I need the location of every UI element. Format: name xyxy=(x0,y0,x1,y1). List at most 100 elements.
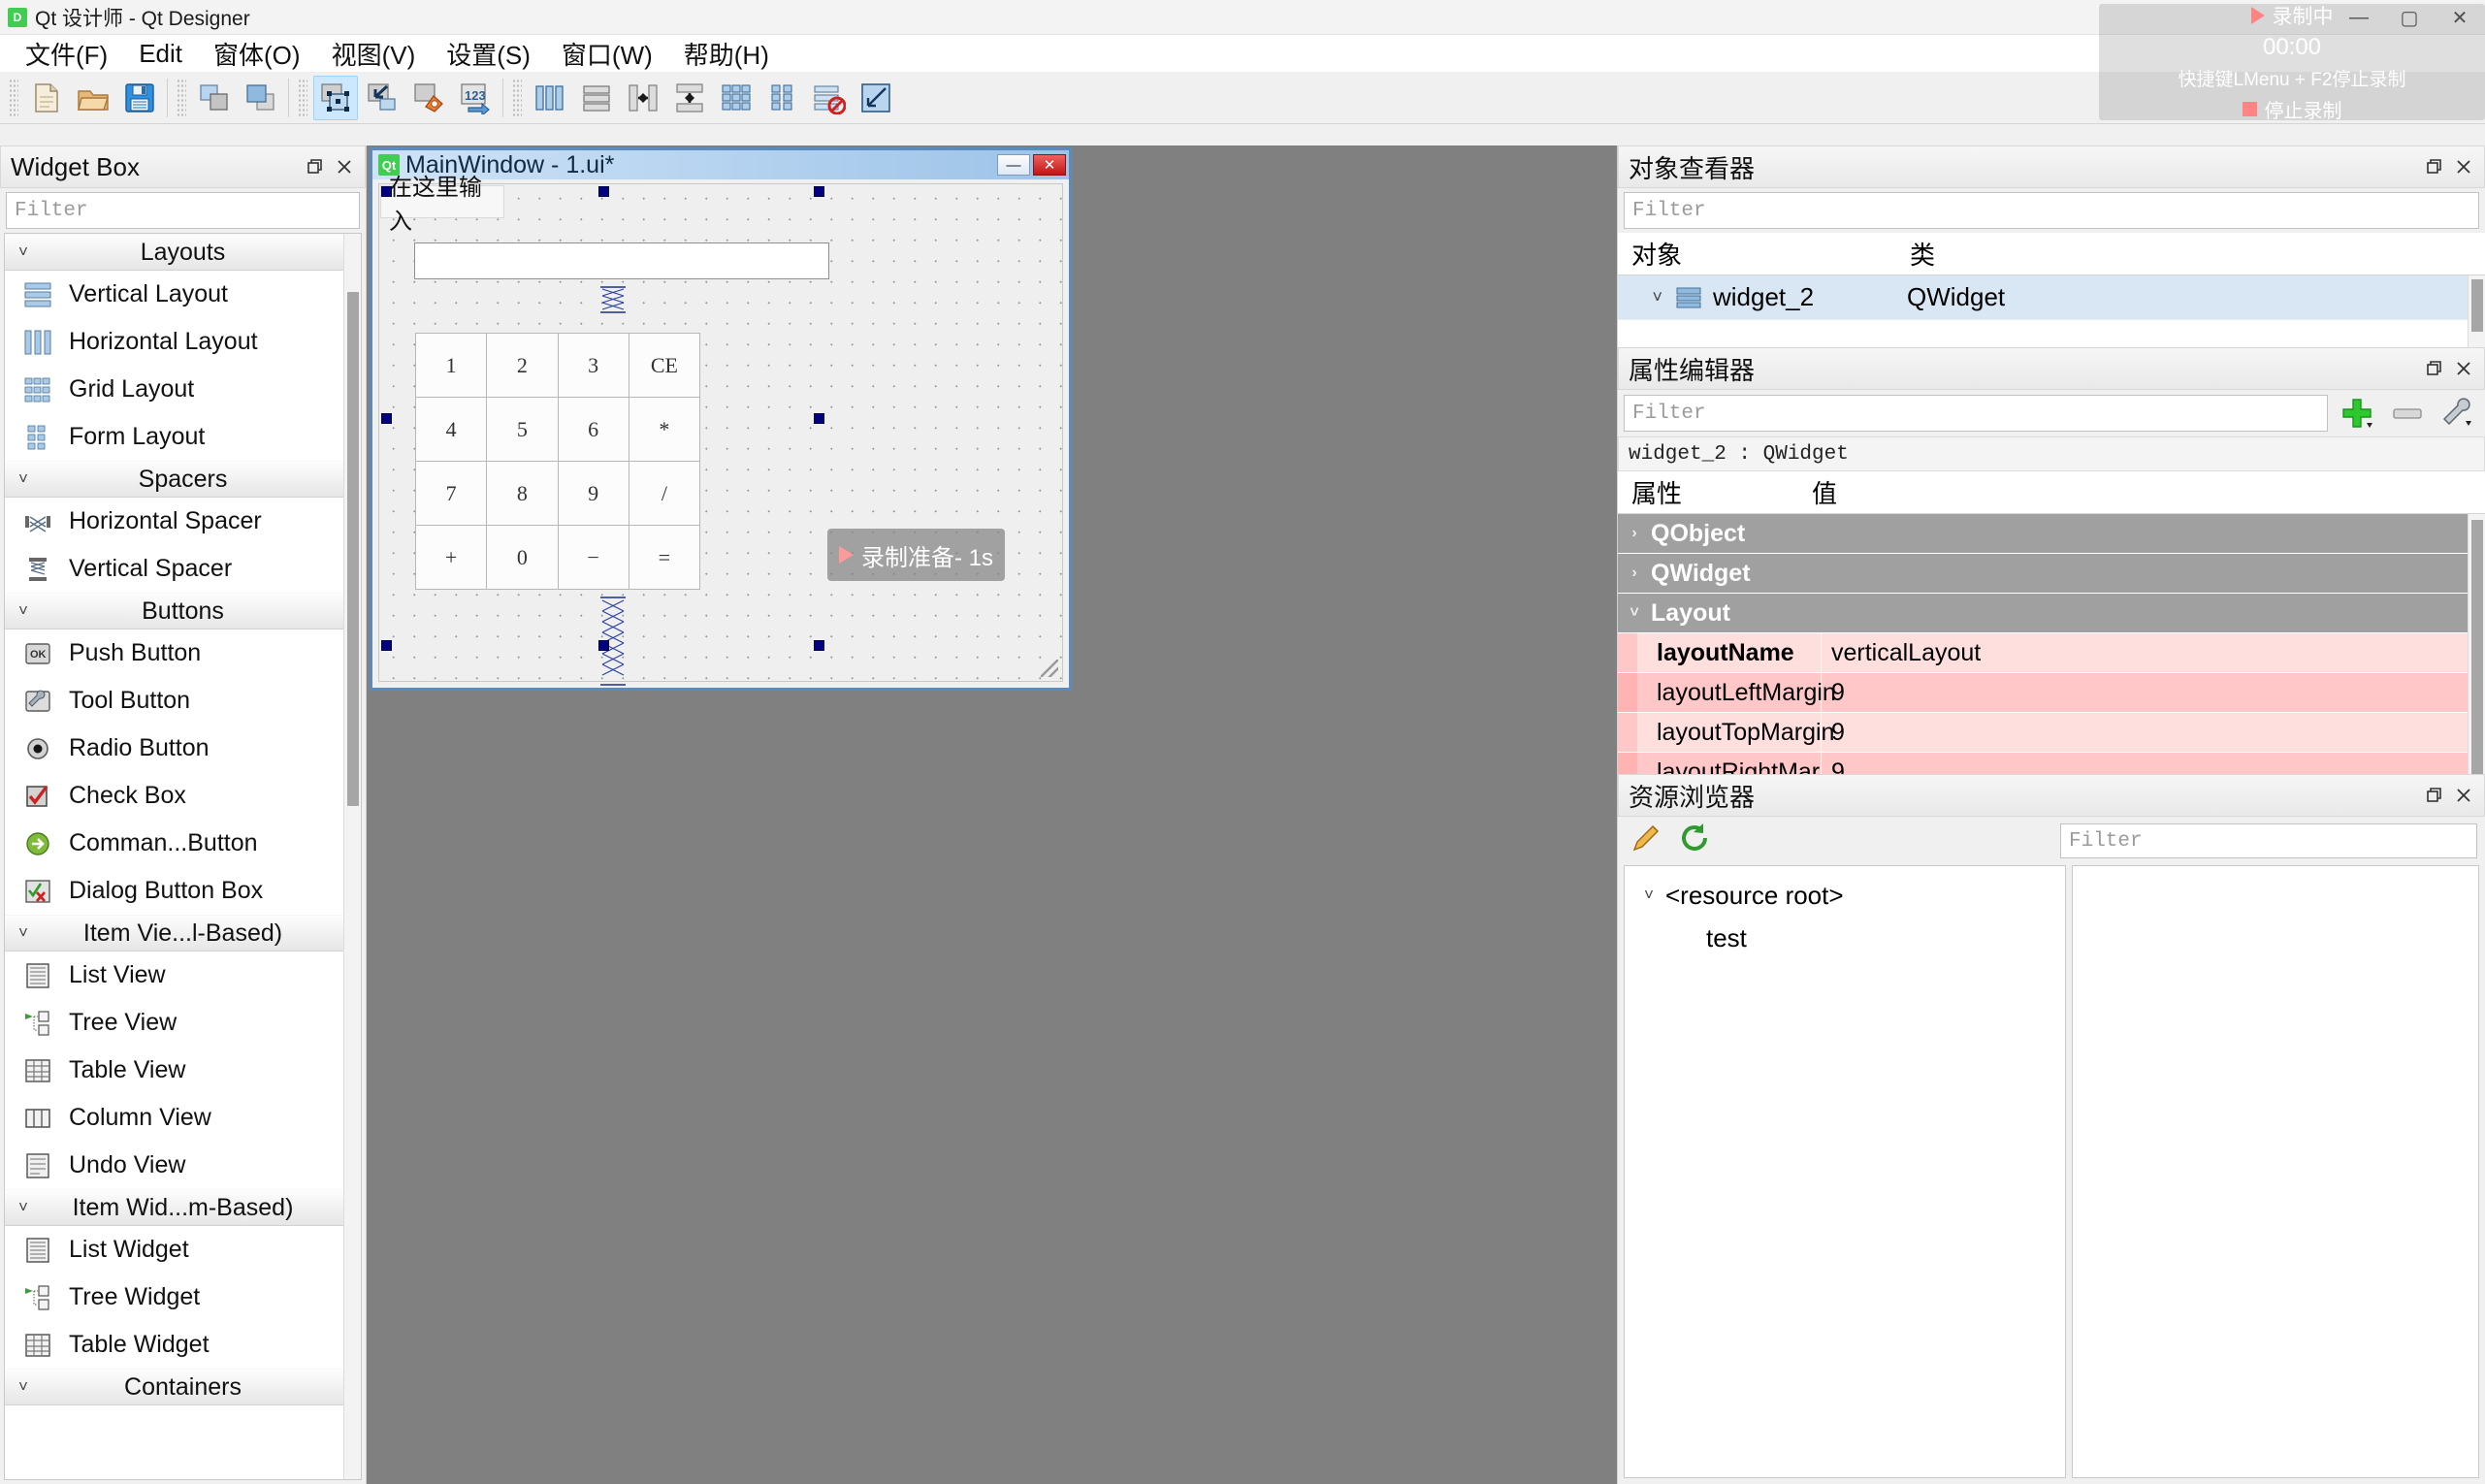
widget-item-table-view[interactable]: Table View xyxy=(5,1047,361,1094)
wrench-icon[interactable] xyxy=(2437,394,2479,433)
widget-box-filter[interactable]: Filter xyxy=(6,192,360,229)
resource-child-node[interactable]: test xyxy=(1625,917,2065,959)
calc-button-6[interactable]: 6 xyxy=(557,397,629,462)
calc-button-9[interactable]: 9 xyxy=(557,461,629,526)
open-form-button[interactable] xyxy=(71,76,115,120)
recorder-stop-button[interactable]: 停止录制 xyxy=(2242,95,2342,123)
form-menubar-placeholder[interactable]: 在这里输入 xyxy=(380,175,504,235)
property-editor-tree[interactable]: › QObject › QWidget ˅ Layout layoutName xyxy=(1618,514,2485,774)
calc-button-4[interactable]: 4 xyxy=(415,397,488,462)
selection-handle-middle-right[interactable] xyxy=(814,413,824,424)
form-vertical-spacer-top[interactable] xyxy=(597,285,629,314)
widget-item-list-view[interactable]: List View xyxy=(5,952,361,999)
calc-button-0[interactable]: 0 xyxy=(486,525,559,590)
widget-box-scroll-thumb[interactable] xyxy=(347,292,359,806)
menu-settings[interactable]: 设置(S) xyxy=(431,32,546,76)
calc-button-7[interactable]: 7 xyxy=(415,461,488,526)
restore-icon[interactable] xyxy=(2420,152,2449,181)
toolbar-grip-2[interactable] xyxy=(177,78,186,117)
widget-item-radio-button[interactable]: Radio Button xyxy=(5,725,361,772)
property-value[interactable]: verticalLayout xyxy=(1822,633,2485,672)
menu-form[interactable]: 窗体(O) xyxy=(198,32,316,76)
resource-root-node[interactable]: ˅ <resource root> xyxy=(1625,874,2065,917)
add-plus-icon[interactable] xyxy=(2336,394,2378,433)
toolbar-grip-3[interactable] xyxy=(298,78,307,117)
calc-button-minus[interactable]: − xyxy=(557,525,629,590)
selection-handle-top-left[interactable] xyxy=(381,186,392,197)
close-icon[interactable] xyxy=(2449,354,2478,383)
widget-box-list[interactable]: ˅ Layouts Vertical Layout Horizontal Lay… xyxy=(4,233,362,1480)
break-layout-button[interactable] xyxy=(807,76,852,120)
new-form-button[interactable] xyxy=(24,76,69,120)
form-resize-grip[interactable] xyxy=(1041,660,1058,677)
calc-button-8[interactable]: 8 xyxy=(486,461,559,526)
menu-window[interactable]: 窗口(W) xyxy=(546,32,668,76)
calc-button-equals[interactable]: = xyxy=(628,525,700,590)
layout-splitter-horizontal-button[interactable] xyxy=(621,76,665,120)
widget-category-item-views[interactable]: ˅ Item Vie...l-Based) xyxy=(5,915,361,952)
widget-category-layouts[interactable]: ˅ Layouts xyxy=(5,234,361,271)
edit-tab-order-button[interactable]: 123 xyxy=(453,76,498,120)
chevron-down-icon[interactable]: ˅ xyxy=(1618,287,1676,307)
selection-handle-top-right[interactable] xyxy=(814,186,824,197)
widget-item-horizontal-layout[interactable]: Horizontal Layout xyxy=(5,318,361,366)
object-inspector-scrollbar[interactable] xyxy=(2468,275,2485,347)
chevron-down-icon[interactable]: ˅ xyxy=(1632,886,1665,905)
copy-button[interactable] xyxy=(239,76,283,120)
property-value[interactable]: 9 xyxy=(1822,753,2485,775)
widget-item-push-button[interactable]: OK Push Button xyxy=(5,629,361,677)
selection-handle-bottom-right[interactable] xyxy=(814,640,824,651)
restore-icon[interactable] xyxy=(2420,354,2449,383)
reload-icon[interactable] xyxy=(1678,822,1711,860)
toolbar-grip[interactable] xyxy=(9,78,18,117)
widget-item-dialog-button-box[interactable]: Dialog Button Box xyxy=(5,867,361,915)
widget-category-spacers[interactable]: ˅ Spacers xyxy=(5,461,361,498)
adjust-size-button[interactable] xyxy=(854,76,898,120)
widget-item-form-layout[interactable]: Form Layout xyxy=(5,413,361,461)
widget-item-check-box[interactable]: Check Box xyxy=(5,772,361,820)
menu-file[interactable]: 文件(F) xyxy=(10,32,123,76)
widget-item-command-link-button[interactable]: Comman...Button xyxy=(5,820,361,867)
layout-form-button[interactable] xyxy=(760,76,805,120)
object-inspector-scroll-thumb[interactable] xyxy=(2471,279,2483,332)
calc-button-plus[interactable]: + xyxy=(415,525,488,590)
calc-button-1[interactable]: 1 xyxy=(415,333,488,398)
widget-category-item-widgets[interactable]: ˅ Item Wid...m-Based) xyxy=(5,1189,361,1226)
property-editor-scrollbar[interactable] xyxy=(2468,514,2485,774)
restore-icon[interactable] xyxy=(2420,781,2449,810)
widget-item-list-widget[interactable]: List Widget xyxy=(5,1226,361,1274)
selection-handle-middle-left[interactable] xyxy=(381,413,392,424)
object-tree-row[interactable]: ˅ widget_2 QWidget xyxy=(1618,275,2485,320)
calc-button-multiply[interactable]: * xyxy=(628,397,700,462)
form-canvas[interactable]: 在这里输入 1 2 3 CE 4 5 6 * 7 8 9 / + 0 − = 录… xyxy=(378,175,1063,686)
widget-item-table-widget[interactable]: Table Widget xyxy=(5,1321,361,1369)
property-group-qobject[interactable]: › QObject xyxy=(1618,514,2485,554)
widget-item-tree-view[interactable]: Tree View xyxy=(5,999,361,1047)
widget-category-buttons[interactable]: ˅ Buttons xyxy=(5,593,361,629)
widget-item-horizontal-spacer[interactable]: Horizontal Spacer xyxy=(5,498,361,545)
cut-button[interactable] xyxy=(192,76,237,120)
edit-buddies-button[interactable] xyxy=(406,76,451,120)
property-row-layoutrightmargin[interactable]: layoutRightMar... 9 xyxy=(1618,753,2485,774)
layout-vertically-button[interactable] xyxy=(574,76,619,120)
calc-button-2[interactable]: 2 xyxy=(486,333,559,398)
resource-browser-filter[interactable]: Filter xyxy=(2060,823,2477,858)
form-close-button[interactable]: ✕ xyxy=(1033,154,1066,176)
widget-item-tool-button[interactable]: Tool Button xyxy=(5,677,361,725)
menu-edit[interactable]: Edit xyxy=(123,35,198,73)
calc-button-divide[interactable]: / xyxy=(628,461,700,526)
close-icon[interactable] xyxy=(2449,781,2478,810)
menu-help[interactable]: 帮助(H) xyxy=(668,32,785,76)
property-value[interactable]: 9 xyxy=(1822,713,2485,752)
property-row-layoutname[interactable]: layoutName verticalLayout xyxy=(1618,633,2485,673)
layout-splitter-vertical-button[interactable] xyxy=(667,76,712,120)
close-icon[interactable] xyxy=(2449,152,2478,181)
widget-item-grid-layout[interactable]: Grid Layout xyxy=(5,366,361,413)
toolbar-grip-4[interactable] xyxy=(512,78,522,117)
object-inspector-tree[interactable]: ˅ widget_2 QWidget xyxy=(1618,275,2485,347)
edit-widgets-button[interactable] xyxy=(313,75,358,120)
widget-box-scrollbar[interactable] xyxy=(343,234,361,1479)
widget-item-column-view[interactable]: Column View xyxy=(5,1094,361,1142)
calc-button-3[interactable]: 3 xyxy=(557,333,629,398)
layout-horizontally-button[interactable] xyxy=(528,76,572,120)
